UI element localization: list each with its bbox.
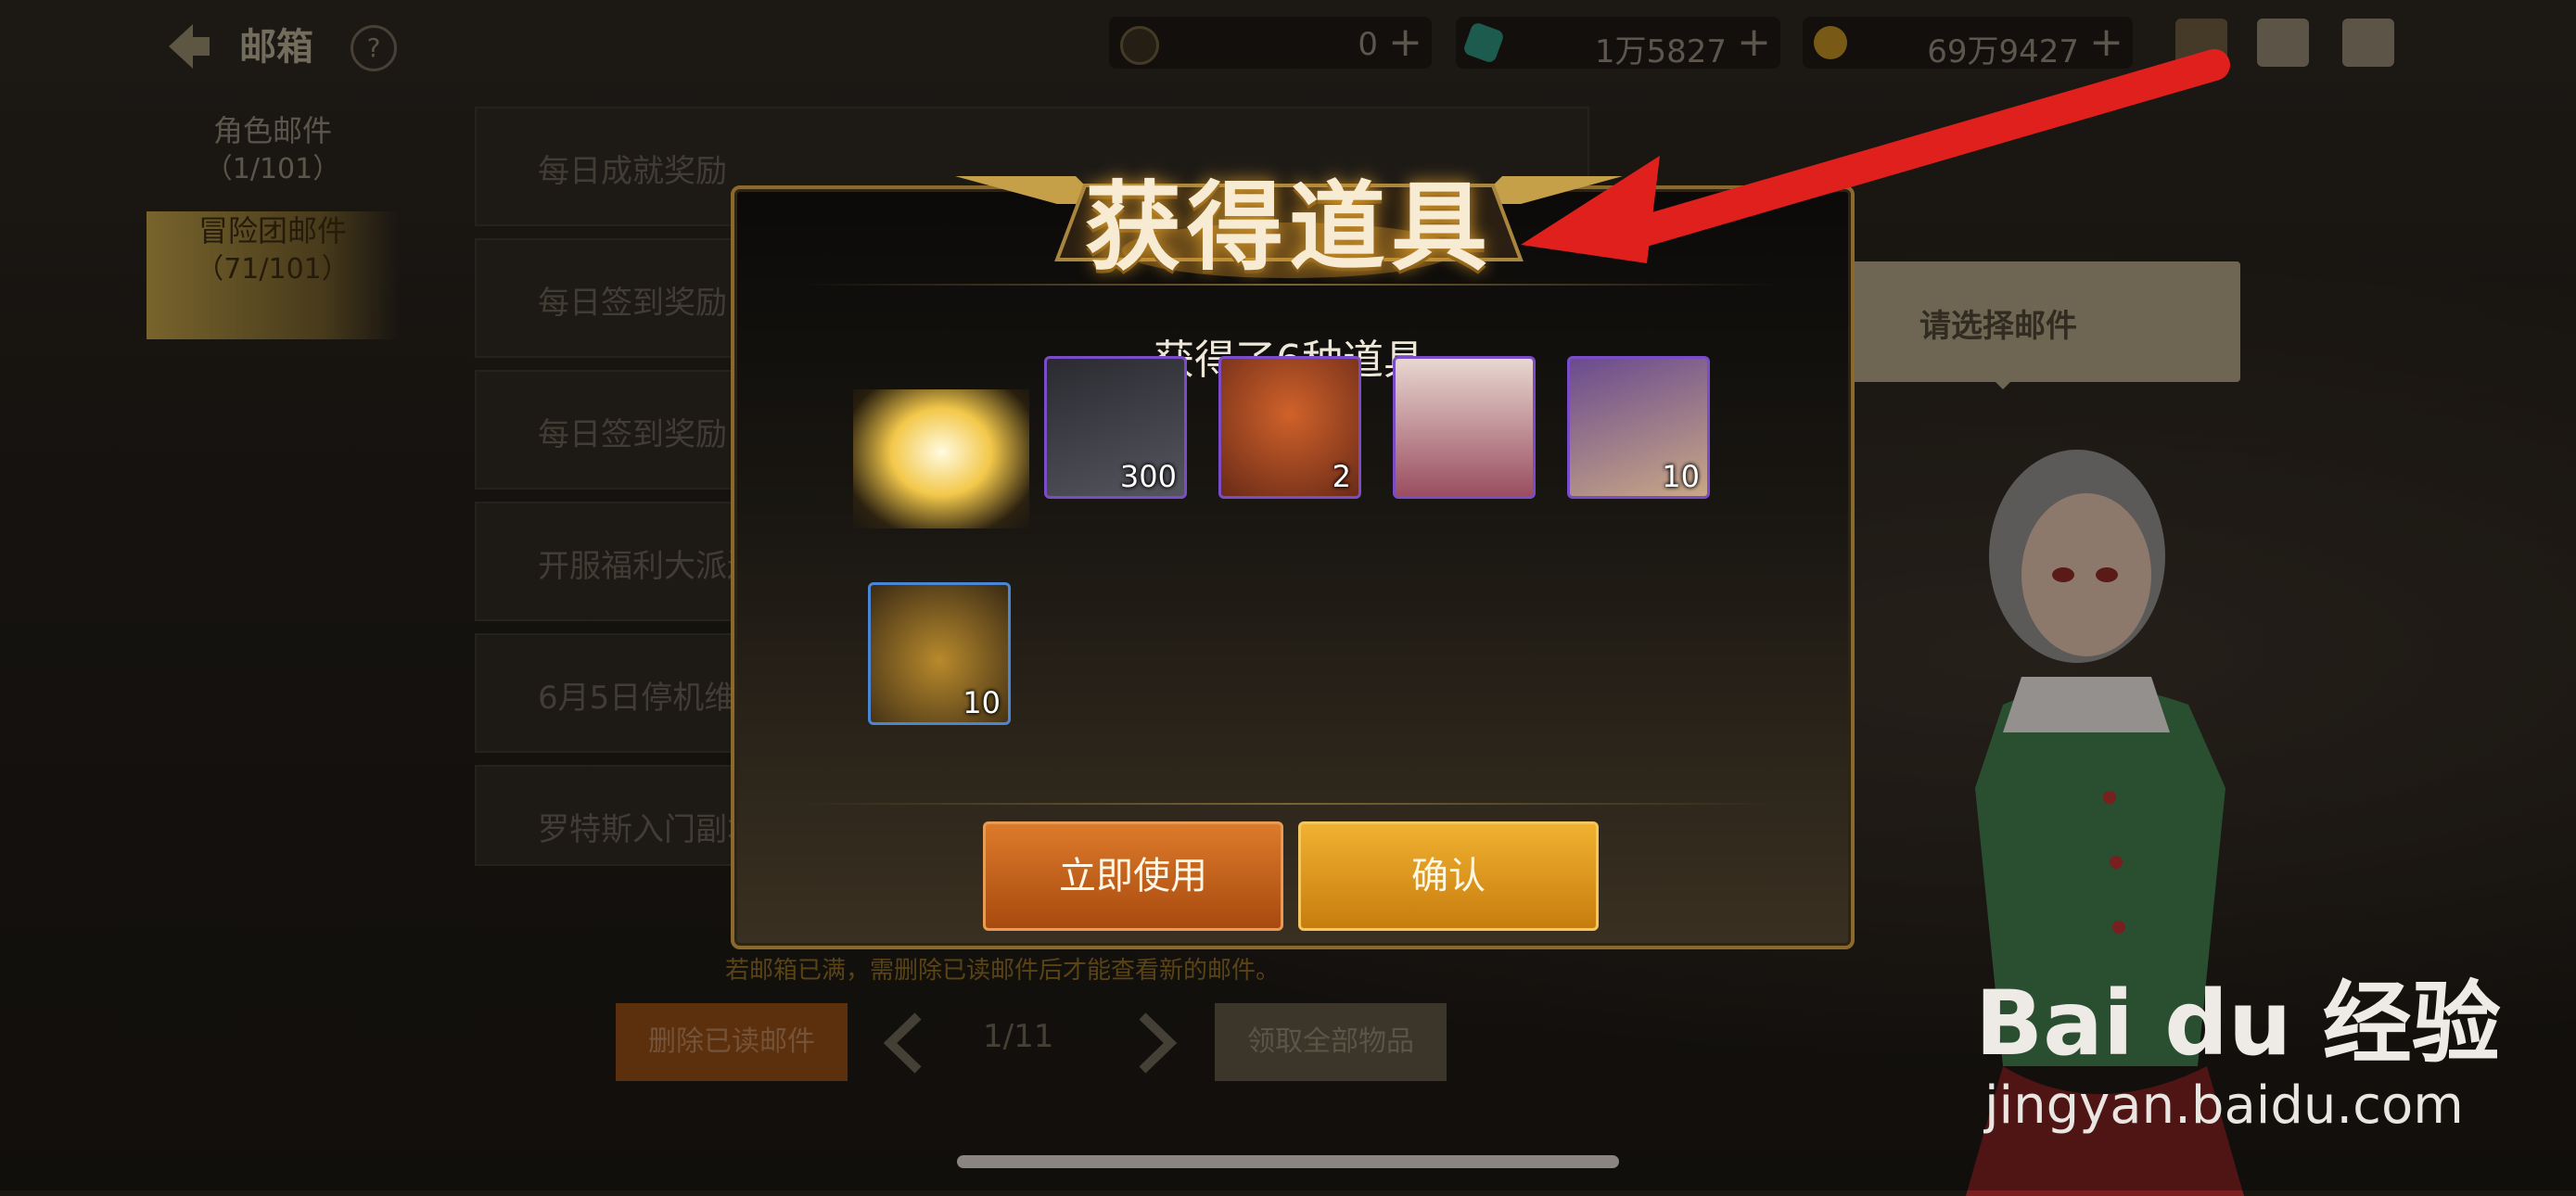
glowing-orb-item[interactable] [853,389,1029,528]
baidu-watermark-url: jingyan.baidu.com [1984,1075,2464,1136]
item-quantity: 300 [1119,459,1177,494]
dark-material-item[interactable]: 300 [1044,356,1187,499]
item-quantity: 10 [1662,459,1700,494]
baidu-watermark-logo: Bai du 经验 [1975,972,2501,1075]
divider [797,803,1780,805]
item-quantity: 2 [1332,459,1351,494]
home-indicator [957,1155,1619,1168]
divider [797,284,1780,286]
reward-dialog [731,185,1855,949]
confirm-button[interactable]: 确认 [1298,821,1599,931]
potion-item[interactable] [1393,356,1536,499]
use-now-button[interactable]: 立即使用 [983,821,1283,931]
food-item[interactable]: 2 [1218,356,1361,499]
card-item[interactable]: 10 [1567,356,1710,499]
treasure-chest-item[interactable]: 10 [868,582,1011,725]
item-quantity: 10 [963,685,1001,720]
dialog-title-wrap: 获得道具 [955,139,1623,284]
dialog-title: 获得道具 [1084,171,1493,284]
